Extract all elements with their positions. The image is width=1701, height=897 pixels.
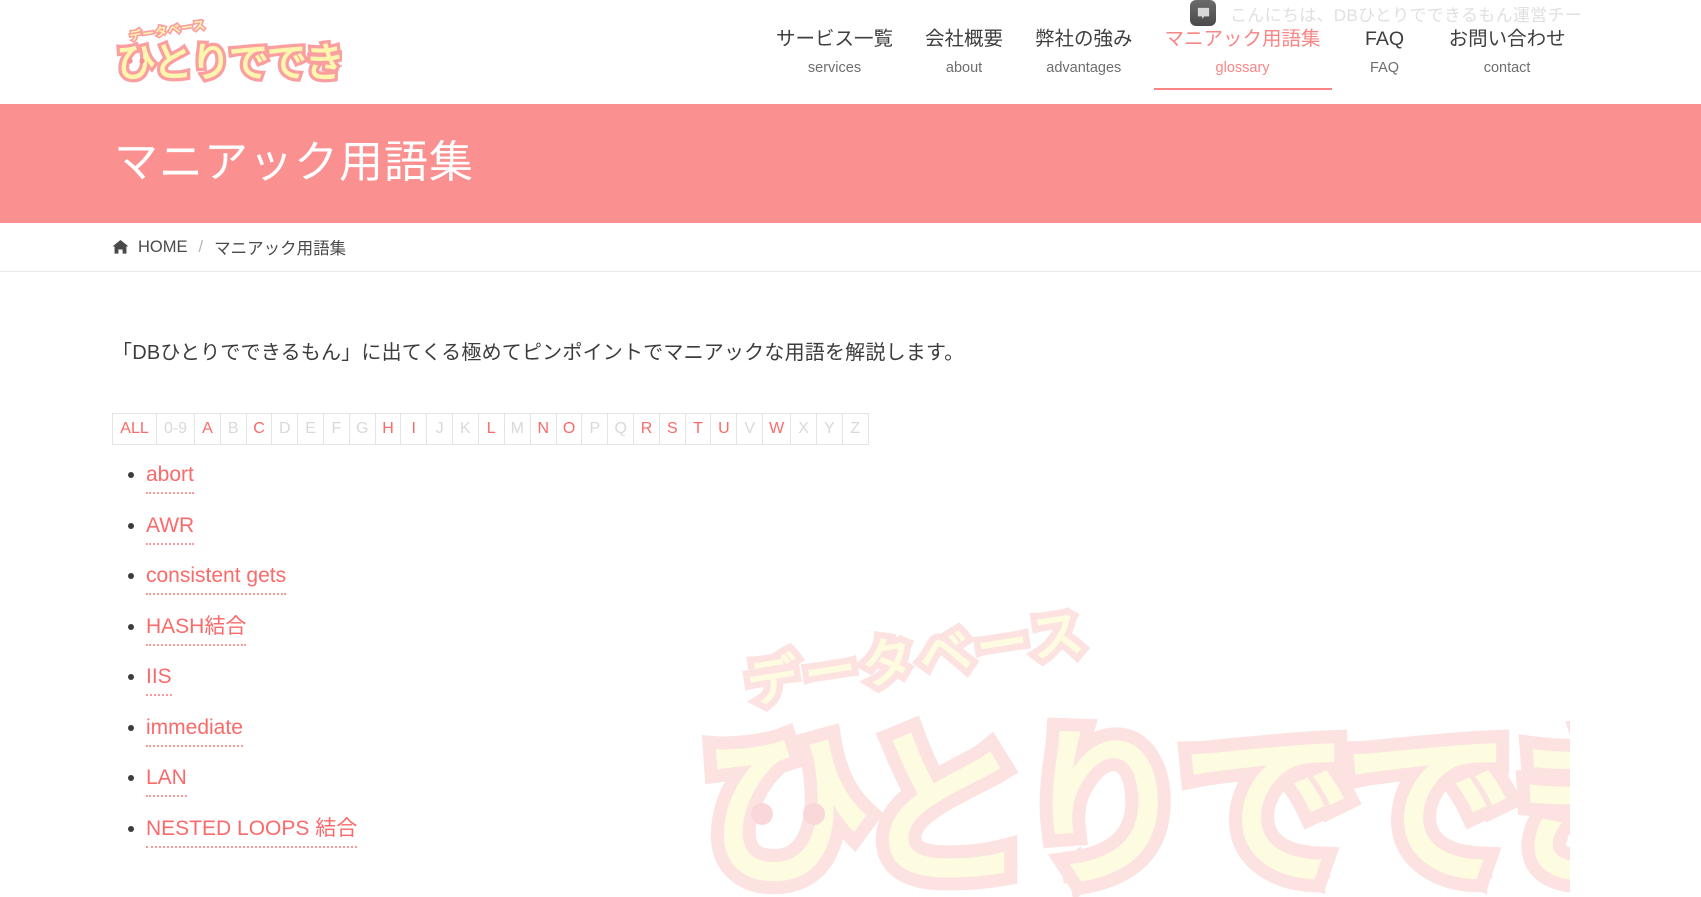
page-title: マニアック用語集 [114,138,474,188]
alpha-filter-k: K [452,414,479,444]
nav-item-label-en: FAQ [1370,60,1400,76]
glossary-list: abort AWR consistent gets HASH結合 IIS imm… [112,459,1701,848]
intro-text: 「DBひとりでできるもん」に出てくる極めてピンポイントでマニアックな用語を解説し… [112,342,965,364]
list-item: consistent gets [128,560,1701,595]
alpha-filter-y: Y [816,414,843,444]
glossary-term-link[interactable]: LAN [146,762,187,797]
breadcrumb-separator: / [198,237,204,256]
alpha-filter-p: P [582,414,609,444]
alpha-filter-o[interactable]: O [556,414,583,444]
alpha-filter-u[interactable]: U [711,414,738,444]
nav-item-label-ja: お問い合わせ [1448,28,1566,50]
alpha-filter-d: D [272,414,299,444]
svg-text:ひとりでできるもん: ひとりでできるもん [116,41,342,85]
page-banner: マニアック用語集 [0,104,1701,223]
nav-item-label-ja: FAQ [1365,28,1405,50]
nav-item-label-en: services [807,60,862,76]
alpha-filter-x: X [791,414,817,444]
nav-item-label-en: contact [1483,60,1531,76]
alpha-filter-a[interactable]: A [195,414,221,444]
glossary-term-link[interactable]: abort [146,459,194,494]
glossary-term-link[interactable]: AWR [146,510,195,545]
nav-item-label-en: glossary [1215,60,1270,76]
breadcrumb-current: マニアック用語集 [214,240,347,258]
list-item: HASH結合 [128,611,1701,646]
glossary-term-link[interactable]: HASH結合 [146,611,247,646]
svg-text:データベース: データベース [128,17,207,44]
chat-widget[interactable]: こんにちは、DBひとりでできるもん運営チー [1190,0,1582,26]
list-item: LAN [128,762,1701,797]
nav-item-services[interactable]: サービス一覧 services [760,0,909,104]
alpha-filter-f: F [323,414,350,444]
glossary-term-link[interactable]: IIS [146,661,172,696]
nav-item-label-en: advantages [1046,60,1122,76]
list-item: NESTED LOOPS 結合 [128,813,1701,848]
nav-item-label-en: about [945,60,983,76]
nav-item-about[interactable]: 会社概要 about [909,0,1019,104]
alpha-filter-b: B [220,414,247,444]
alpha-filter: ALL 0-9 A B C D E F G H I J K L M N O P … [112,413,869,445]
alpha-filter-all[interactable]: ALL [113,414,157,444]
chat-bubble-icon[interactable] [1190,0,1216,26]
alpha-filter-i[interactable]: I [401,414,428,444]
alpha-filter-n[interactable]: N [530,414,557,444]
alpha-filter-w[interactable]: W [763,414,792,444]
nav-item-label-ja: サービス一覧 [776,28,894,50]
glossary-term-link[interactable]: immediate [146,712,243,747]
breadcrumb-home-link[interactable]: HOME [138,238,188,257]
glossary-term-link[interactable]: NESTED LOOPS 結合 [146,813,358,848]
list-item: abort [128,459,1701,494]
alpha-filter-e: E [298,414,324,444]
content-inner: 「DBひとりでできるもん」に出てくる極めてピンポイントでマニアックな用語を解説し… [112,272,1701,848]
alpha-filter-j: J [427,414,453,444]
alpha-filter-g: G [349,414,376,444]
alpha-filter-q: Q [608,414,635,444]
alpha-filter-c[interactable]: C [246,414,273,444]
home-icon [112,239,129,255]
list-item: AWR [128,510,1701,545]
list-item: immediate [128,712,1701,747]
nav-item-label-ja: 会社概要 [925,28,1004,50]
list-item: IIS [128,661,1701,696]
site-logo[interactable]: データベース ひとりでできるもん [112,14,342,88]
alpha-filter-r[interactable]: R [634,414,660,444]
alpha-filter-0-9: 0-9 [157,414,195,444]
nav-item-label-ja: 弊社の強み [1035,28,1133,50]
chat-greeting-text: こんにちは、DBひとりでできるもん運営チー [1230,5,1583,25]
nav-item-label-ja: マニアック用語集 [1164,28,1321,50]
alpha-filter-s[interactable]: S [659,414,686,444]
glossary-term-link[interactable]: consistent gets [146,560,287,595]
alpha-filter-v: V [737,414,764,444]
alpha-filter-t[interactable]: T [685,414,712,444]
alpha-filter-z: Z [842,414,869,444]
alpha-filter-h[interactable]: H [375,414,402,444]
nav-item-advantages[interactable]: 弊社の強み advantages [1019,0,1149,104]
breadcrumb: HOME / マニアック用語集 [0,223,1701,272]
alpha-filter-l[interactable]: L [478,414,505,444]
alpha-filter-m: M [504,414,531,444]
main-content: データベース ひとりでできるもん 「DBひとりでできるもん」に出てくる極めてピン… [0,272,1701,897]
